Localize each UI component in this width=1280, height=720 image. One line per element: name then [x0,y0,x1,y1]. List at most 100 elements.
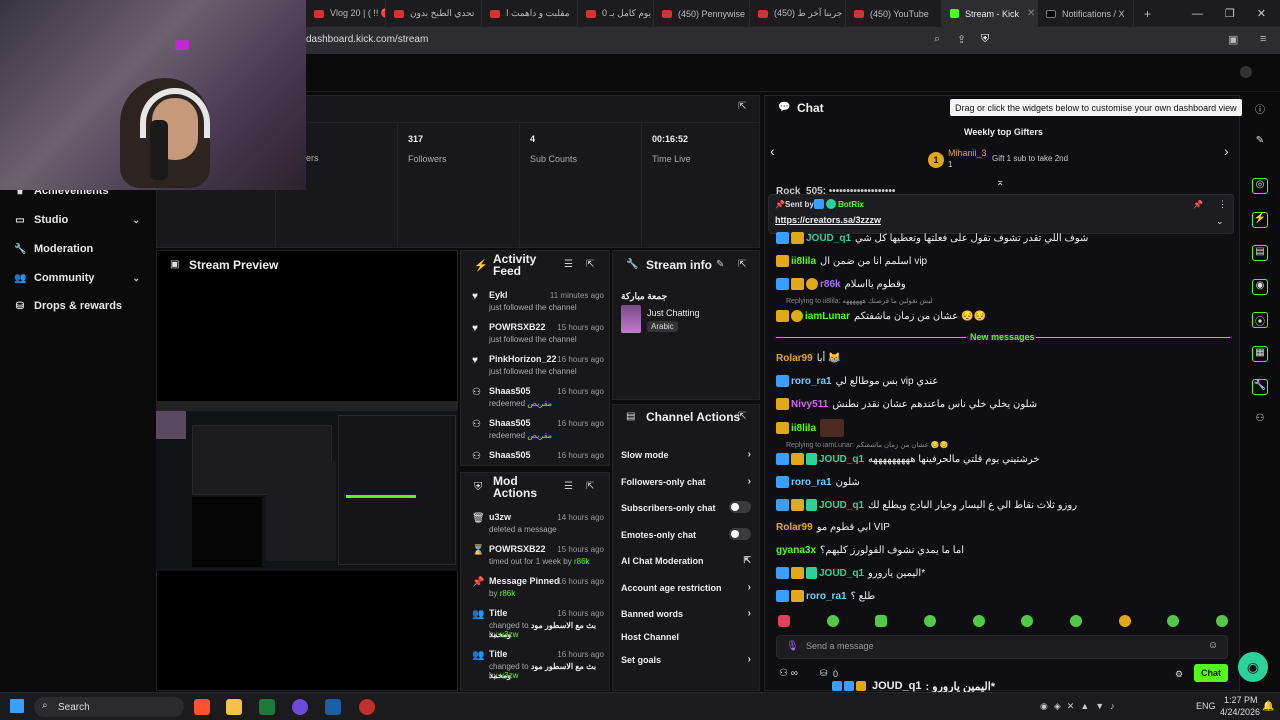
close-window-icon[interactable]: ✕ [1257,7,1266,20]
chevron-right-icon[interactable]: › [1224,143,1229,159]
sidebar-item-drops[interactable]: ⛁ Drops & rewards [14,300,144,312]
popout-icon[interactable]: ⇱ [586,259,594,270]
widget-stream-preview-icon[interactable]: ◎ [1252,178,1268,194]
browser-tab[interactable]: عشنا يوم كامل بـ 0 [578,0,654,27]
new-tab-button[interactable]: + [1134,7,1161,21]
vip-badge-icon [791,453,804,465]
viewer-count: 0 [833,669,839,679]
filter-icon[interactable]: ☰ [564,481,573,492]
sidebar-item-community[interactable]: 👥 Community ⌄ [14,272,144,284]
mod-action-item: 👥 Title 16 hours ago changed to بث مع الاسط… [472,649,604,680]
share-icon[interactable]: ⇪ [957,33,966,46]
sidebar-item-moderation[interactable]: 🔧 Moderation [14,243,144,255]
account-age-row[interactable]: Account age restriction › [621,582,751,593]
chevron-left-icon[interactable]: ‹ [770,143,775,159]
emote-icon[interactable] [875,615,888,627]
maximize-icon[interactable]: ❐ [1225,7,1235,20]
slow-mode-row[interactable]: Slow mode › [621,449,751,460]
emote-icon[interactable] [1118,615,1131,627]
emote-icon[interactable] [1069,615,1082,627]
widget-broadcast-icon[interactable]: ⦿ [1252,312,1268,328]
avatar[interactable] [1240,66,1252,78]
send-chat-button[interactable]: Chat [1194,664,1228,682]
close-tab-icon[interactable]: ✕ [1027,8,1035,19]
pinned-link[interactable]: https://creators.sa/3zzzw [775,215,881,225]
discord-icon[interactable] [292,699,308,715]
settings-icon[interactable]: ⚙ [1175,669,1183,680]
widget-stream-info-icon[interactable]: 🔧 [1252,379,1268,395]
ai-moderation-row[interactable]: AI Chat Moderation ⇱ [621,555,751,566]
brave-icon[interactable] [194,699,210,715]
help-chat-icon[interactable]: ◉ [1238,652,1268,682]
browser-tab[interactable]: (450) جربنا آخر ط [750,0,846,27]
shield-icon[interactable]: ⛨ [981,33,989,46]
unpin-icon[interactable]: 📌 [1193,200,1203,209]
rank-badge: 1 [928,152,944,168]
windows-start-icon[interactable] [10,699,24,713]
browser-tab[interactable]: تحدي الطبخ بدون [386,0,482,27]
top-gifter-name[interactable]: Mihanii_3 [948,148,987,158]
followers-only-row[interactable]: Followers-only chat › [621,476,751,487]
widget-channel-actions-icon[interactable]: ▦ [1252,346,1268,362]
clock-time[interactable]: 1:27 PM [1224,695,1258,705]
chat-message: r86k وقطوم يااسلام [776,276,1236,292]
emote-icon[interactable] [923,615,936,627]
points-icon[interactable]: ⚇ ∞ [779,668,798,679]
sidebar-toggle-icon[interactable]: ▣ [1228,33,1238,46]
taskbar-search[interactable]: ⌕ Search [34,697,184,717]
popout-icon[interactable]: ⇱ [738,101,746,112]
widget-chat-icon[interactable]: ◉ [1252,279,1268,295]
pinned-sender[interactable]: BotRix [838,200,864,209]
emote-icon[interactable] [778,615,790,627]
clock-date[interactable]: 4/24/2026 [1220,707,1260,717]
emote-icon[interactable] [972,615,985,627]
file-explorer-icon[interactable] [226,699,242,715]
minimize-icon[interactable]: — [1192,8,1203,20]
banned-words-row[interactable]: Banned words › [621,608,751,619]
input-language[interactable]: ENG [1196,701,1216,711]
more-options-icon[interactable]: ⋮ [1218,199,1227,210]
emote-icon[interactable] [1215,615,1228,627]
browser-tab[interactable]: (450) Pennywise [654,0,750,27]
vip-badge-icon [791,567,804,579]
browser-tab[interactable]: مقلبت و داهمت ا [482,0,578,27]
popout-icon[interactable]: ⇱ [738,259,746,270]
filter-icon[interactable]: ☰ [564,259,573,270]
browser-tab[interactable]: (450) YouTube [846,0,942,27]
host-channel-row[interactable]: Host Channel [621,632,751,642]
menu-icon[interactable]: ≡ [1260,33,1266,45]
info-icon[interactable]: ⓘ [1252,101,1268,117]
moderator-badge-icon [832,681,842,691]
widget-stats-icon[interactable]: ▤ [1252,245,1268,261]
url-field[interactable]: dashboard.kick.com/stream [306,34,428,45]
steam-icon[interactable] [325,699,341,715]
sidebar-item-studio[interactable]: ▭ Studio ⌄ [14,214,144,226]
browser-tab[interactable]: Vlog 20 | ( !! 🔴 ك [306,0,386,27]
browser-tab-active[interactable]: Stream - Kick ✕ [942,0,1038,27]
emote-icon[interactable] [826,615,839,627]
collapse-icon[interactable]: ⌅ [996,177,1004,188]
popout-icon[interactable]: ⇱ [738,411,746,422]
stream-preview-video[interactable] [156,401,458,571]
system-tray-icons[interactable]: ◉◈✕▲▼♪ [1040,701,1121,712]
edit-icon[interactable]: ✎ [716,259,724,270]
chevron-down-icon[interactable]: ⌄ [1216,216,1224,227]
stat-label-followers: Followers [408,154,447,164]
emoji-icon[interactable]: ☺ [1208,640,1218,651]
emote-icon[interactable] [1167,615,1180,627]
microphone-icon[interactable]: 🎙 [786,641,799,652]
widget-points-icon[interactable]: ⚇ [1252,413,1268,429]
kick-icon [950,9,959,18]
widget-activity-icon[interactable]: ⚡ [1252,212,1268,228]
obs-icon[interactable] [359,699,375,715]
subscribers-only-toggle[interactable] [729,501,751,513]
set-goals-row[interactable]: Set goals › [621,654,751,665]
popout-icon[interactable]: ⇱ [586,481,594,492]
search-icon[interactable]: ⌕ [934,33,940,46]
excel-icon[interactable] [259,699,275,715]
emote-icon[interactable] [1021,615,1034,627]
browser-tab[interactable]: Notifications / X [1038,0,1134,27]
edit-icon[interactable]: ✎ [1252,135,1268,151]
notification-bell-icon[interactable]: 🔔 [1262,701,1274,712]
emotes-only-toggle[interactable] [729,528,751,540]
